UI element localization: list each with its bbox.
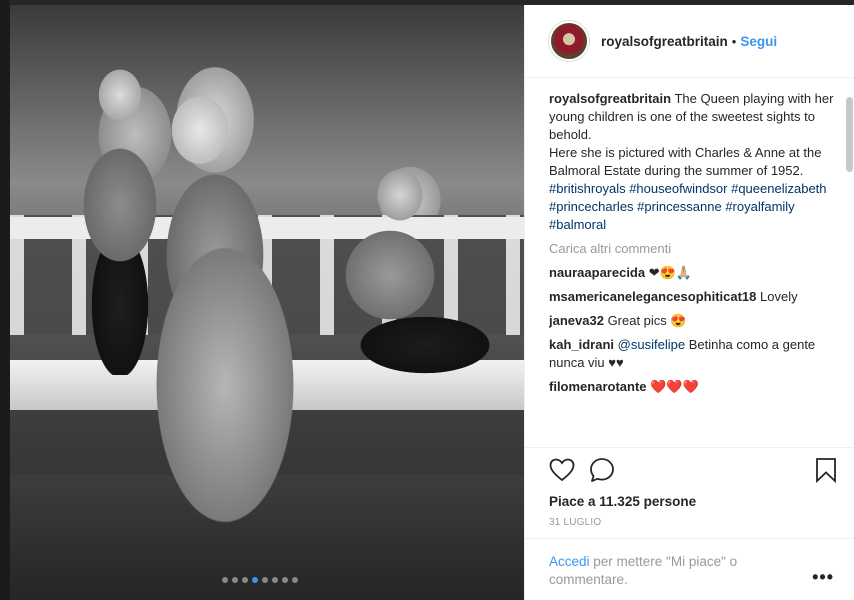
photo-figure-child-boy (330, 155, 510, 385)
post-side-panel: royalsofgreatbritain • Segui royalsofgre… (524, 5, 854, 600)
post-photo[interactable] (10, 5, 524, 600)
comment-mention[interactable]: @susifelipe (618, 337, 685, 352)
carousel-dot[interactable] (262, 577, 268, 583)
comment-icon[interactable] (589, 457, 615, 483)
comment-item: msamericanelegancesophiticat18 Lovely (549, 288, 845, 306)
follow-button[interactable]: Segui (740, 34, 777, 49)
caption-username[interactable]: royalsofgreatbritain (549, 91, 671, 106)
load-more-comments-button[interactable]: Carica altri commenti (549, 240, 845, 258)
carousel-indicator (222, 577, 298, 583)
post-caption: royalsofgreatbritain The Queen playing w… (549, 90, 845, 234)
comments-list[interactable]: royalsofgreatbritain The Queen playing w… (549, 90, 845, 442)
avatar[interactable] (549, 21, 589, 61)
comment-item: janeva32 Great pics 😍 (549, 312, 845, 330)
likes-count[interactable]: Piace a 11.325 persone (525, 494, 854, 509)
carousel-dot[interactable] (232, 577, 238, 583)
comment-item: kah_idrani @susifelipe Betinha como a ge… (549, 336, 845, 372)
post-date[interactable]: 31 LUGLIO (525, 517, 854, 528)
comment-text: ❤😍🙏🏼 (648, 265, 692, 280)
action-icons-row (525, 448, 854, 492)
comment-username[interactable]: msamericanelegancesophiticat18 (549, 289, 756, 304)
carousel-dot[interactable] (242, 577, 248, 583)
comment-username[interactable]: kah_idrani (549, 337, 614, 352)
post-header: royalsofgreatbritain • Segui (525, 5, 854, 78)
comment-username[interactable]: nauraaparecida (549, 265, 645, 280)
page-backdrop (0, 0, 10, 600)
carousel-dot[interactable] (292, 577, 298, 583)
comment-text: Great pics 😍 (607, 313, 687, 328)
carousel-dot[interactable] (222, 577, 228, 583)
more-options-button[interactable]: ••• (812, 567, 834, 588)
comment-text: Lovely (760, 289, 798, 304)
comment-username[interactable]: filomenarotante (549, 379, 647, 394)
login-link[interactable]: Accedi (549, 554, 590, 569)
comment-item: filomenarotante ❤️❤️❤️ (549, 378, 845, 396)
carousel-dot[interactable] (282, 577, 288, 583)
comment-username[interactable]: janeva32 (549, 313, 604, 328)
separator-dot: • (731, 33, 737, 49)
post-actions: Piace a 11.325 persone 31 LUGLIO (525, 447, 854, 528)
carousel-dot[interactable] (252, 577, 258, 583)
login-prompt: Accedi per mettere "Mi piace" o commenta… (525, 538, 854, 589)
bookmark-icon[interactable] (813, 457, 839, 483)
comment-item: nauraaparecida ❤😍🙏🏼 (549, 264, 845, 282)
photo-figure-woman (140, 85, 310, 565)
comments-scrollbar[interactable] (846, 97, 853, 172)
post-username[interactable]: royalsofgreatbritain (601, 34, 728, 49)
heart-icon[interactable] (549, 457, 575, 483)
carousel-dot[interactable] (272, 577, 278, 583)
comment-text: ❤️❤️❤️ (650, 379, 699, 394)
caption-hashtags[interactable]: #britishroyals #houseofwindsor #queeneli… (549, 181, 827, 232)
